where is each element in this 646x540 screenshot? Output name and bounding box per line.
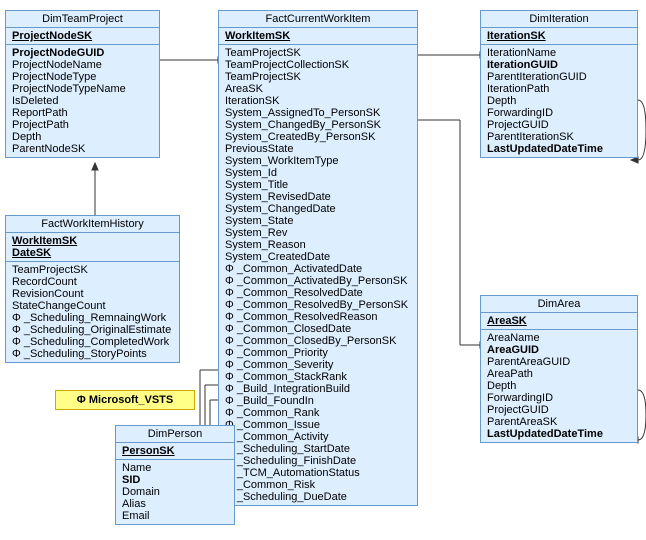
fci-workitemsk: WorkItemSK [225, 30, 411, 42]
factcurrentworkitem-fields: TeamProjectSK TeamProjectCollectionSK Te… [219, 45, 417, 505]
da-areask: AreaSK [487, 315, 631, 327]
factcurrentworkitem-pk-section: WorkItemSK [219, 28, 417, 45]
f-projectnodetype: ProjectNodeType [12, 71, 153, 83]
factcurrentworkitem-box: FactCurrentWorkItem WorkItemSK TeamProje… [218, 10, 418, 506]
f-parentnodesk: ParentNodeSK [12, 143, 153, 155]
fwih-workitemsk: WorkItemSK [12, 235, 173, 247]
f-projectpath: ProjectPath [12, 119, 153, 131]
dp-personsk: PersonSK [122, 445, 228, 457]
dimiteration-pk-section: IterationSK [481, 28, 637, 45]
f-projectnodeguid: ProjectNodeGUID [12, 47, 153, 59]
dimiteration-title: DimIteration [481, 11, 637, 28]
dimperson-title: DimPerson [116, 426, 234, 443]
diagram-container: DimTeamProject ProjectNodeSK ProjectNode… [0, 0, 646, 540]
dimperson-pk-section: PersonSK [116, 443, 234, 460]
f-depth: Depth [12, 131, 153, 143]
dimarea-pk-section: AreaSK [481, 313, 637, 330]
microsoft-vsts-box: Φ Microsoft_VSTS [55, 390, 195, 410]
f-reportpath: ReportPath [12, 107, 153, 119]
factworkitemhistory-fields: TeamProjectSK RecordCount RevisionCount … [6, 262, 179, 362]
dimarea-fields: AreaName AreaGUID ParentAreaGUID AreaPat… [481, 330, 637, 442]
dimperson-fields: Name SID Domain Alias Email [116, 460, 234, 524]
fwih-datesk: DateSK [12, 247, 173, 259]
factworkitemhistory-box: FactWorkItemHistory WorkItemSK DateSK Te… [5, 215, 180, 363]
f-projectnodetypename: ProjectNodeTypeName [12, 83, 153, 95]
dimarea-box: DimArea AreaSK AreaName AreaGUID ParentA… [480, 295, 638, 443]
factcurrentworkitem-title: FactCurrentWorkItem [219, 11, 417, 28]
factworkitemhistory-title: FactWorkItemHistory [6, 216, 179, 233]
dimteamproject-pk: ProjectNodeSK [12, 30, 153, 42]
dimiteration-fields: IterationName IterationGUID ParentIterat… [481, 45, 637, 157]
dimperson-box: DimPerson PersonSK Name SID Domain Alias… [115, 425, 235, 525]
di-iterationsk: IterationSK [487, 30, 631, 42]
f-projectnodename: ProjectNodeName [12, 59, 153, 71]
dimteamproject-section-1: ProjectNodeSK [6, 28, 159, 45]
f-isdeleted: IsDeleted [12, 95, 153, 107]
factworkitemhistory-pk-section: WorkItemSK DateSK [6, 233, 179, 262]
dimteamproject-box: DimTeamProject ProjectNodeSK ProjectNode… [5, 10, 160, 158]
dimarea-title: DimArea [481, 296, 637, 313]
dimiteration-box: DimIteration IterationSK IterationName I… [480, 10, 638, 158]
dimteamproject-title: DimTeamProject [6, 11, 159, 28]
dimteamproject-section-2: ProjectNodeGUID ProjectNodeName ProjectN… [6, 45, 159, 157]
